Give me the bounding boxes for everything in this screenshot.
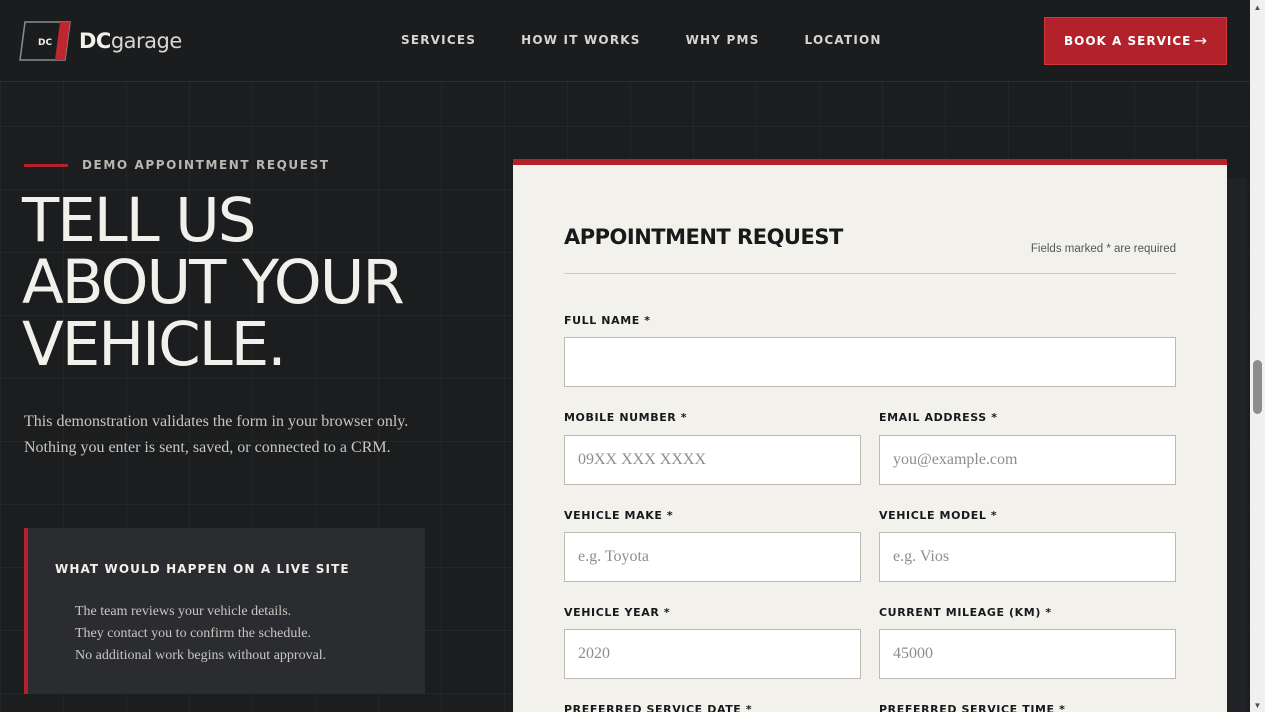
book-service-button[interactable]: BOOK A SERVICE → [1044,17,1227,65]
hero-description: This demonstration validates the form in… [24,413,409,456]
hero-title-line: VEHICLE. [22,309,287,380]
list-item: No additional work begins without approv… [75,648,327,663]
vehicle-model-input[interactable] [879,532,1176,582]
email-address-label: EMAIL ADDRESS * [879,411,998,424]
eyebrow-rule [24,163,68,167]
main-nav: SERVICES HOW IT WORKS WHY PMS LOCATION [401,33,927,47]
live-site-info-box: WHAT WOULD HAPPEN ON A LIVE SITE The tea… [24,528,425,694]
eyebrow: DEMO APPOINTMENT REQUEST [24,158,330,172]
hero-title-line: TELL US [22,185,257,256]
hero-title: TELL US ABOUT YOUR VEHICLE. [22,190,462,376]
list-item: They contact you to confirm the schedule… [75,626,311,641]
form-title: APPOINTMENT REQUEST [564,225,843,249]
nav-link-how-it-works[interactable]: HOW IT WORKS [521,33,641,47]
mobile-number-input[interactable] [564,435,861,485]
page-scrollbar[interactable]: ▲ ▼ [1250,0,1265,712]
scrollbar-thumb[interactable] [1253,360,1262,414]
full-name-input[interactable] [564,337,1176,387]
vehicle-make-input[interactable] [564,532,861,582]
current-mileage-label: CURRENT MILEAGE (KM) * [879,606,1052,619]
vehicle-year-input[interactable] [564,629,861,679]
vehicle-make-label: VEHICLE MAKE * [564,509,674,522]
book-service-label: BOOK A SERVICE [1064,34,1192,48]
live-site-info-list: The team reviews your vehicle details. T… [75,601,326,667]
vehicle-model-label: VEHICLE MODEL * [879,509,998,522]
nav-link-services[interactable]: SERVICES [401,33,476,47]
list-item: The team reviews your vehicle details. [75,604,292,619]
logo-badge-text: DC [38,38,52,48]
logo[interactable]: DC DCgarage [19,21,182,61]
form-divider [564,273,1176,274]
scroll-up-arrow-icon[interactable]: ▲ [1250,0,1265,14]
scroll-down-arrow-icon[interactable]: ▼ [1250,698,1265,712]
email-address-input[interactable] [879,435,1176,485]
current-mileage-input[interactable] [879,629,1176,679]
required-note: Fields marked * are required [1030,243,1176,255]
mobile-number-label: MOBILE NUMBER * [564,411,688,424]
preferred-service-time-label: PREFERRED SERVICE TIME * [879,703,1066,712]
logo-wordmark-light: garage [110,29,182,53]
logo-wordmark-bold: DC [79,29,111,53]
form-card-shadow [1227,178,1247,712]
nav-link-location[interactable]: LOCATION [805,33,882,47]
nav-link-why-pms[interactable]: WHY PMS [686,33,760,47]
hero-title-line: ABOUT YOUR [22,247,405,318]
logo-wordmark: DCgarage [79,29,182,53]
arrow-right-icon: → [1193,31,1208,50]
live-site-info-title: WHAT WOULD HAPPEN ON A LIVE SITE [55,562,350,576]
eyebrow-text: DEMO APPOINTMENT REQUEST [82,158,330,172]
top-navigation-bar: DC DCgarage SERVICES HOW IT WORKS WHY PM… [0,0,1250,82]
preferred-service-date-label: PREFERRED SERVICE DATE * [564,703,753,712]
full-name-label: FULL NAME * [564,314,651,327]
logo-badge-icon: DC [19,21,71,61]
appointment-form-card: APPOINTMENT REQUEST Fields marked * are … [513,159,1227,712]
vehicle-year-label: VEHICLE YEAR * [564,606,671,619]
